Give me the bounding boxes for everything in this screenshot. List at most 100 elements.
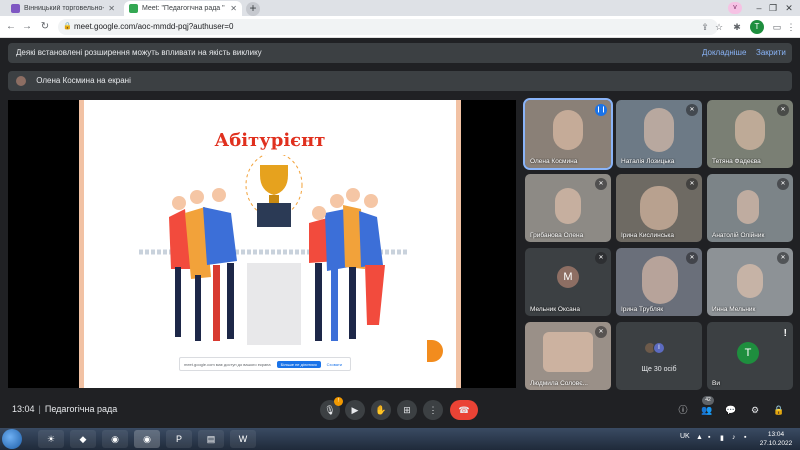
participant-tile[interactable]: ✕ Грибанова Олена bbox=[525, 174, 611, 242]
more-participants-tile[interactable]: І Ще 30 осіб bbox=[616, 322, 702, 390]
mic-muted-icon: ✕ bbox=[777, 178, 789, 190]
participant-name: Инна Мельник bbox=[712, 306, 756, 313]
powerpoint-taskbar-icon[interactable]: P bbox=[166, 430, 192, 448]
chrome-taskbar-icon[interactable]: ◉ bbox=[102, 430, 128, 448]
presentation-stage: Абітурієнт meet.google.com має доступ до… bbox=[8, 100, 516, 388]
reload-icon[interactable]: ↻ bbox=[38, 19, 52, 35]
volume-icon[interactable]: ♪ bbox=[732, 434, 740, 444]
warning-icon: ! bbox=[783, 328, 787, 339]
chat-icon[interactable]: 💬 bbox=[724, 403, 738, 417]
browser-tab-bar: Вінницький торговельно-економ ✕ Meet: "П… bbox=[0, 0, 800, 16]
windows-taskbar: ☀ ◆ ◉ ◉ P ▤ W UK ▲ ▪ ▮ ♪ ▪ 13:04 27.10.2… bbox=[0, 428, 800, 450]
participant-tile[interactable]: ✕ Людмила Соловє... bbox=[525, 322, 611, 390]
microphone-button[interactable]: 🎙 ! bbox=[320, 397, 343, 420]
mic-off-icon: 🎙 bbox=[324, 405, 336, 415]
chrome-taskbar-icon[interactable]: ◉ bbox=[134, 430, 160, 448]
keyboard-language[interactable]: UK bbox=[680, 433, 690, 440]
participant-video bbox=[555, 188, 581, 224]
browser-tab-active[interactable]: Meet: "Педагогічна рада " ✕ bbox=[124, 1, 242, 16]
camera-icon: ▶ bbox=[351, 405, 359, 415]
more-options-button[interactable]: ⋮ bbox=[423, 400, 443, 420]
browser-tab[interactable]: Вінницький торговельно-економ ✕ bbox=[6, 1, 120, 16]
participant-video bbox=[553, 110, 583, 150]
shared-slide: Абітурієнт meet.google.com має доступ до… bbox=[79, 100, 461, 388]
share-icon[interactable]: ⇪ bbox=[698, 20, 712, 34]
url-text: meet.google.com/aoc-mmdd-pqj?authuser=0 bbox=[74, 22, 234, 31]
back-icon[interactable]: ← bbox=[4, 19, 18, 35]
mic-muted-icon: ✕ bbox=[686, 252, 698, 264]
hide-notice-link[interactable]: Сховати bbox=[327, 362, 342, 367]
close-window-icon[interactable]: ✕ bbox=[776, 1, 800, 15]
bookmark-star-icon[interactable]: ☆ bbox=[712, 20, 726, 34]
taskbar-app-icon[interactable]: ◆ bbox=[70, 430, 96, 448]
tab-title: Meet: "Педагогічна рада " bbox=[142, 5, 225, 12]
tray-app-icon[interactable]: ▪ bbox=[744, 434, 752, 444]
forward-icon[interactable]: → bbox=[20, 19, 34, 35]
participant-tile[interactable]: ❙❙ Олена Космина bbox=[523, 98, 613, 170]
mini-avatar: І bbox=[653, 342, 665, 354]
participant-video bbox=[737, 264, 763, 298]
participant-name: Грибанова Олена bbox=[530, 232, 584, 239]
profile-avatar[interactable]: T bbox=[750, 20, 764, 34]
word-taskbar-icon[interactable]: W bbox=[230, 430, 256, 448]
tab-close-icon[interactable]: ✕ bbox=[108, 4, 115, 13]
self-avatar: T bbox=[737, 342, 759, 364]
system-time: 13:04 bbox=[767, 431, 785, 438]
tray-expand-icon[interactable]: ▲ bbox=[696, 434, 704, 444]
speaking-indicator-icon: ❙❙ bbox=[595, 104, 607, 116]
participant-tile[interactable]: ✕ Инна Мельник bbox=[707, 248, 793, 316]
meeting-info: 13:04 | Педагогічна рада bbox=[12, 404, 117, 414]
tab-close-icon[interactable]: ✕ bbox=[230, 4, 237, 13]
address-bar[interactable]: 🔒 meet.google.com/aoc-mmdd-pqj?authuser=… bbox=[58, 19, 718, 35]
lock-icon: 🔒 bbox=[63, 23, 72, 30]
explorer-taskbar-icon[interactable]: ▤ bbox=[198, 430, 224, 448]
sidebar-icon[interactable]: ▭ bbox=[770, 20, 784, 34]
learn-more-link[interactable]: Докладніше bbox=[702, 43, 746, 63]
participant-tile[interactable]: ✕ Ірина Трубляк bbox=[616, 248, 702, 316]
presenting-text: Олена Космина на екрані bbox=[36, 76, 131, 85]
mic-muted-icon: ✕ bbox=[686, 104, 698, 116]
extensions-icon[interactable]: ✱ bbox=[730, 20, 744, 34]
menu-kebab-icon[interactable]: ⋮ bbox=[784, 20, 798, 34]
meeting-name[interactable]: Педагогічна рада bbox=[45, 404, 117, 414]
self-tile[interactable]: T ! Ви bbox=[707, 322, 793, 390]
participant-name: Мельник Оксана bbox=[530, 306, 580, 313]
participant-name: Ірина Трубляк bbox=[621, 306, 664, 313]
meeting-details-icon[interactable]: ⓘ bbox=[676, 403, 690, 417]
stop-sharing-button[interactable]: Більше не ділитися bbox=[276, 360, 321, 368]
leave-call-button[interactable]: ☎ bbox=[450, 400, 478, 420]
new-tab-button[interactable]: + bbox=[246, 2, 260, 16]
participant-name: Олена Космина bbox=[530, 158, 578, 165]
raise-hand-button[interactable]: ✋ bbox=[371, 400, 391, 420]
more-participants-label: Ще 30 осіб bbox=[641, 366, 677, 373]
participant-tile[interactable]: ✕ Наталія Лозицька bbox=[616, 100, 702, 168]
host-controls-icon[interactable]: 🔒 bbox=[772, 403, 786, 417]
system-clock[interactable]: 13:04 27.10.2022 bbox=[758, 430, 794, 448]
participant-tile[interactable]: ✕ Анатолій Олійник bbox=[707, 174, 793, 242]
people-icon[interactable]: 👥 bbox=[700, 403, 714, 417]
tug-of-war-illustration bbox=[139, 155, 409, 345]
screen-share-notice: meet.google.com має доступ до вашого екр… bbox=[179, 357, 351, 371]
mic-alert-badge: ! bbox=[334, 397, 343, 406]
activities-icon[interactable]: ⚙ bbox=[748, 403, 762, 417]
camera-button[interactable]: ▶ bbox=[345, 400, 365, 420]
hand-icon: ✋ bbox=[375, 405, 387, 415]
tab-search-button[interactable]: v bbox=[728, 2, 742, 14]
participant-video bbox=[640, 186, 678, 230]
participant-tile[interactable]: М ✕ Мельник Оксана bbox=[525, 248, 611, 316]
tray-app-icon[interactable]: ▪ bbox=[708, 434, 716, 444]
participant-tile[interactable]: ✕ Ірина Кислинська bbox=[616, 174, 702, 242]
network-icon[interactable]: ▮ bbox=[720, 434, 728, 444]
taskbar-app-icon[interactable]: ☀ bbox=[38, 430, 64, 448]
participant-video bbox=[735, 110, 765, 150]
start-button[interactable] bbox=[2, 429, 22, 449]
participant-video bbox=[642, 256, 678, 304]
close-banner-link[interactable]: Закрити bbox=[756, 43, 786, 63]
slide-title: Абітурієнт bbox=[214, 130, 326, 151]
present-button[interactable]: ⊞ bbox=[397, 400, 417, 420]
mic-muted-icon: ✕ bbox=[595, 326, 607, 338]
participant-tile[interactable]: ✕ Тетяна Фадеєва bbox=[707, 100, 793, 168]
mic-muted-icon: ✕ bbox=[686, 178, 698, 190]
extension-warning-banner: Деякі встановлені розширення можуть впли… bbox=[8, 43, 792, 63]
people-count-badge: 42 bbox=[702, 396, 714, 405]
